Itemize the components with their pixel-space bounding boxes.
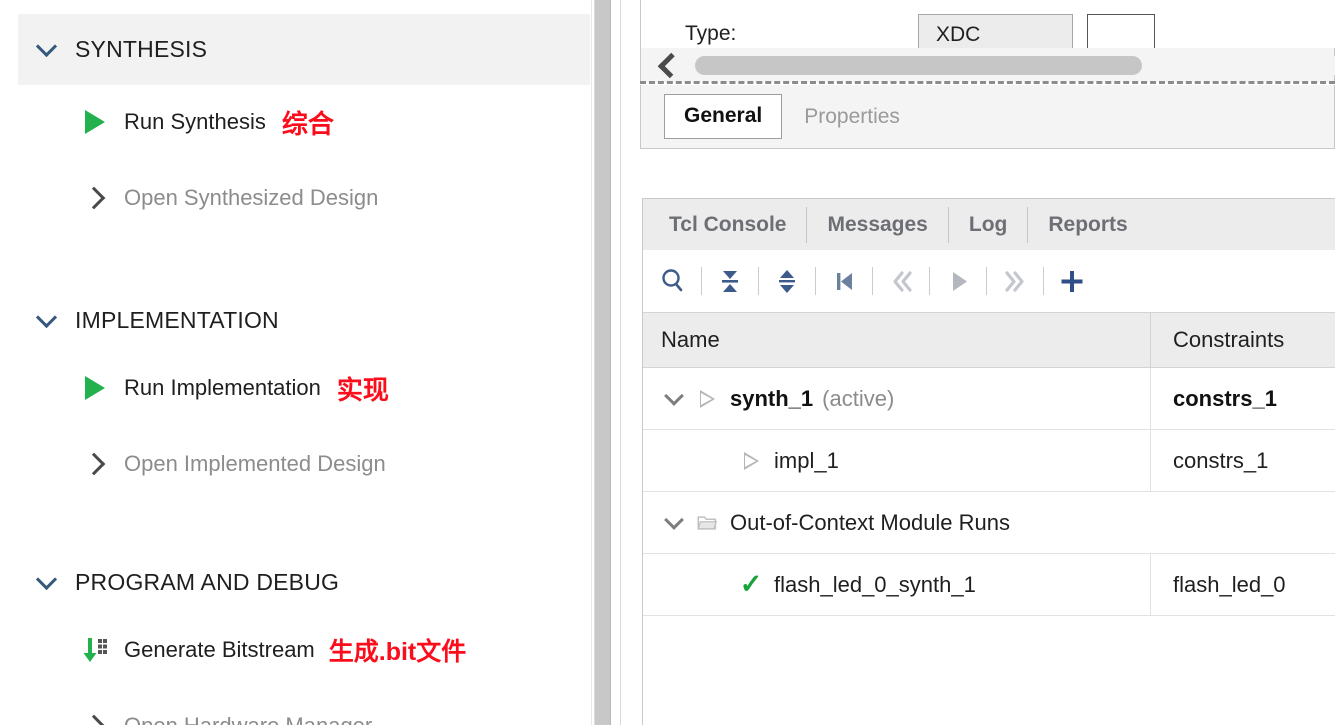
flow-navigator-panel: SYNTHESIS Run Synthesis 综合 Open Synthesi… [0, 0, 590, 725]
cell-name: impl_1 [643, 430, 1151, 491]
horizontal-scrollbar-thumb[interactable] [695, 56, 1142, 75]
run-name: synth_1 [730, 385, 814, 411]
constraints-value: flash_led_0 [1173, 571, 1286, 597]
tab-reports[interactable]: Reports [1028, 207, 1147, 243]
flow-section-program-and-debug[interactable]: PROGRAM AND DEBUG [18, 547, 590, 618]
table-header-row: Name Constraints [643, 313, 1335, 368]
table-row[interactable]: synth_1 (active) constrs_1 [643, 368, 1335, 430]
check-icon: ✓ [739, 569, 763, 599]
run-icon[interactable] [935, 258, 981, 304]
source-properties-strip: Type: XDC [640, 0, 1335, 52]
flow-navigator-scrollbar-thumb[interactable] [594, 0, 611, 725]
generate-bitstream-icon [80, 635, 110, 665]
horizontal-scrollbar-track[interactable] [1142, 56, 1335, 75]
run-name: Out-of-Context Module Runs [730, 509, 1011, 535]
flow-item-run-implementation[interactable]: Run Implementation 实现 [18, 360, 590, 416]
constraints-value: constrs_1 [1173, 447, 1269, 473]
flow-item-generate-bitstream[interactable]: Generate Bitstream 生成.bit文件 [18, 622, 590, 678]
flow-section-synthesis[interactable]: SYNTHESIS [18, 14, 590, 85]
flow-item-label: Run Implementation [124, 375, 321, 400]
flow-item-annotation: 综合 [281, 108, 334, 139]
flow-item-open-synthesized-design[interactable]: Open Synthesized Design [18, 170, 590, 226]
type-value-field[interactable]: XDC [918, 14, 1073, 52]
chevron-right-icon [80, 714, 110, 725]
flow-item-label: Open Synthesized Design [124, 185, 379, 210]
flow-section-title: IMPLEMENTATION [75, 307, 279, 333]
triangle-right-icon[interactable] [741, 451, 761, 470]
search-icon[interactable] [650, 258, 696, 304]
expand-all-icon[interactable] [764, 258, 810, 304]
step-forward-icon[interactable] [992, 258, 1038, 304]
chevron-down-icon [33, 35, 59, 58]
panel-divider[interactable] [613, 0, 621, 725]
type-extra-field[interactable] [1087, 14, 1155, 52]
run-name: impl_1 [774, 447, 839, 473]
table-row[interactable]: impl_1 constrs_1 [643, 430, 1335, 492]
step-back-icon[interactable] [878, 258, 924, 304]
cell-name: ✓ flash_led_0_synth_1 [643, 554, 1151, 615]
console-tab-bar: Tcl Console Messages Log Reports [642, 198, 1335, 250]
type-value-text: XDC [936, 23, 981, 46]
flow-item-open-implemented-design[interactable]: Open Implemented Design [18, 436, 590, 492]
cell-name: Out-of-Context Module Runs [643, 492, 1335, 553]
tab-properties[interactable]: Properties [804, 105, 900, 129]
chevron-right-icon [80, 452, 110, 476]
tab-log[interactable]: Log [949, 206, 1029, 243]
flow-item-label: Run Synthesis [124, 109, 266, 134]
collapse-all-icon[interactable] [707, 258, 753, 304]
go-to-start-icon[interactable] [821, 258, 867, 304]
run-active-label: (active) [822, 385, 895, 411]
cell-constraints: flash_led_0 [1151, 554, 1335, 615]
design-runs-table: Name Constraints synth_1 (active) constr… [642, 312, 1335, 725]
triangle-right-icon[interactable] [697, 389, 717, 408]
constraints-value: constrs_1 [1173, 385, 1277, 411]
column-header-name[interactable]: Name [643, 313, 1151, 367]
flow-item-annotation: 生成.bit文件 [328, 638, 467, 666]
flow-section-implementation[interactable]: IMPLEMENTATION [18, 285, 590, 356]
plus-icon[interactable] [1049, 258, 1095, 304]
tab-general[interactable]: General [664, 94, 783, 139]
chevron-down-icon[interactable] [663, 510, 685, 530]
horizontal-scroll-strip[interactable] [640, 48, 1335, 82]
chevron-left-icon[interactable] [657, 52, 684, 78]
flow-item-label: Open Implemented Design [124, 451, 386, 476]
run-name: flash_led_0_synth_1 [774, 571, 976, 597]
run-play-icon [80, 376, 110, 400]
type-label: Type: [685, 22, 737, 45]
cell-name: synth_1 (active) [643, 368, 1151, 429]
table-row[interactable]: ✓ flash_led_0_synth_1 flash_led_0 [643, 554, 1335, 616]
dashed-divider [640, 81, 1335, 84]
flow-item-open-hardware-manager[interactable]: Open Hardware Manager [18, 698, 590, 725]
properties-tab-bar: General Properties [640, 85, 1335, 149]
chevron-down-icon[interactable] [663, 386, 685, 406]
chevron-right-icon [80, 186, 110, 210]
table-row[interactable]: Out-of-Context Module Runs [643, 492, 1335, 554]
run-play-icon [80, 110, 110, 134]
flow-section-title: PROGRAM AND DEBUG [75, 569, 340, 595]
flow-item-annotation: 实现 [336, 374, 389, 405]
folder-icon [697, 513, 717, 533]
flow-item-run-synthesis[interactable]: Run Synthesis 综合 [18, 94, 590, 150]
tab-tcl-console[interactable]: Tcl Console [643, 206, 808, 243]
cell-constraints: constrs_1 [1151, 368, 1335, 429]
cell-constraints: constrs_1 [1151, 430, 1335, 491]
column-header-constraints[interactable]: Constraints [1151, 313, 1335, 367]
chevron-down-icon [33, 306, 59, 329]
runs-toolbar [642, 250, 1335, 312]
flow-item-label: Open Hardware Manager [124, 713, 372, 725]
flow-item-label: Generate Bitstream [124, 637, 315, 662]
tab-messages[interactable]: Messages [807, 206, 949, 243]
flow-section-title: SYNTHESIS [75, 36, 208, 62]
chevron-down-icon [33, 568, 59, 591]
